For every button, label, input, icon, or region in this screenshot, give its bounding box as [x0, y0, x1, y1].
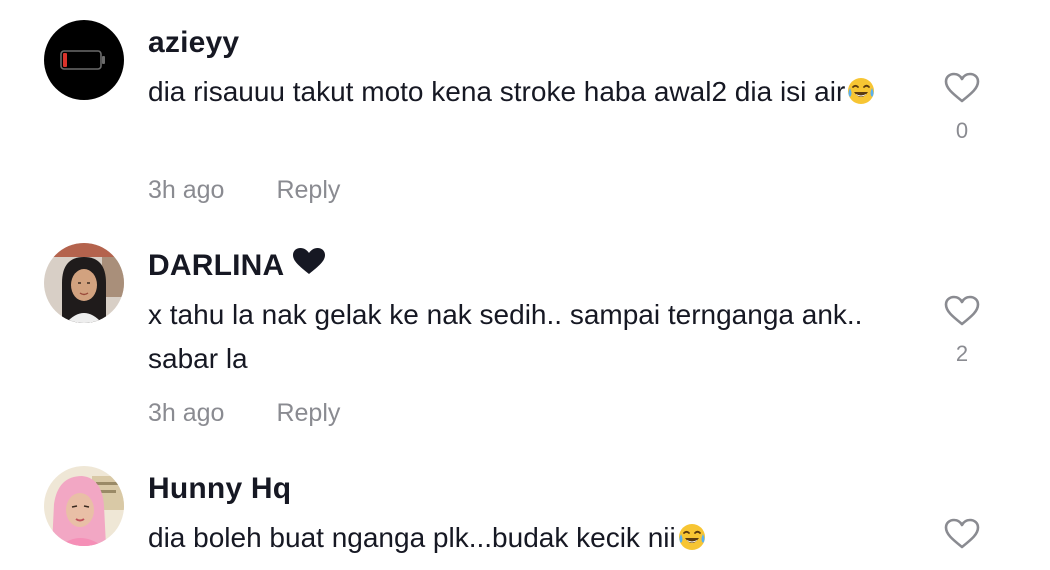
tears-of-joy-emoji-icon [677, 521, 707, 565]
profile-photo [44, 466, 124, 546]
avatar[interactable] [44, 466, 124, 546]
comment-text: dia boleh buat nganga plk...budak kecik … [148, 516, 908, 565]
comment-item: Hunny Hq dia boleh buat nganga plk...bud… [0, 0, 1050, 570]
heart-outline-icon [944, 518, 980, 549]
like-button[interactable] [938, 518, 986, 550]
comment-text-body: dia boleh buat nganga plk...budak kecik … [148, 522, 676, 553]
comment-username[interactable]: Hunny Hq [148, 472, 291, 506]
